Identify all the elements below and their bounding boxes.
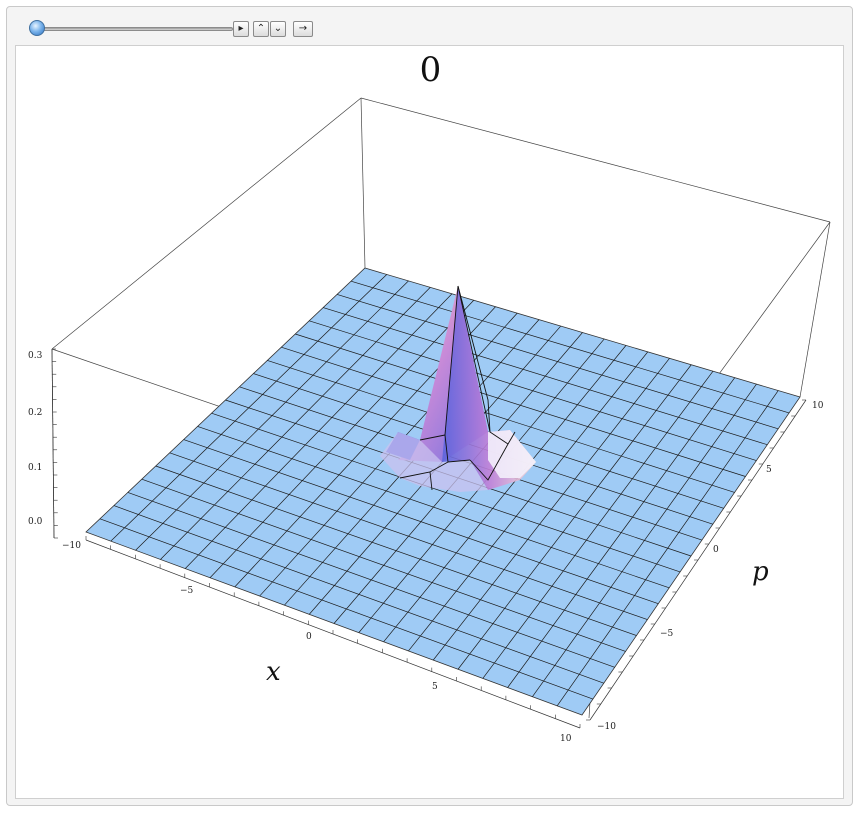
x-tick-label: 10 <box>560 734 572 744</box>
x-tick-label: 0 <box>306 632 312 642</box>
p-tick-label: 5 <box>766 465 772 475</box>
p-axis-label: p <box>752 557 769 587</box>
p-tick-label: −5 <box>660 629 674 639</box>
z-tick-label: 0.3 <box>28 351 43 361</box>
z-tick-label: 0.0 <box>28 517 43 527</box>
x-tick-label: 5 <box>432 682 438 692</box>
z-tick-label: 0.2 <box>28 408 42 418</box>
p-tick-label: 10 <box>812 401 824 411</box>
p-tick-label: 0 <box>713 545 719 555</box>
x-tick-label: −10 <box>62 541 81 551</box>
x-tick-label: −5 <box>180 586 194 596</box>
z-axis <box>51 348 58 539</box>
wigner-surface-plot[interactable]: 0.3 0.2 0.1 0.0 −10 −5 0 5 10 x −10 −5 0… <box>0 0 861 814</box>
z-tick-label: 0.1 <box>28 463 42 473</box>
x-axis-label: x <box>266 657 281 687</box>
p-tick-label: −10 <box>597 722 616 732</box>
